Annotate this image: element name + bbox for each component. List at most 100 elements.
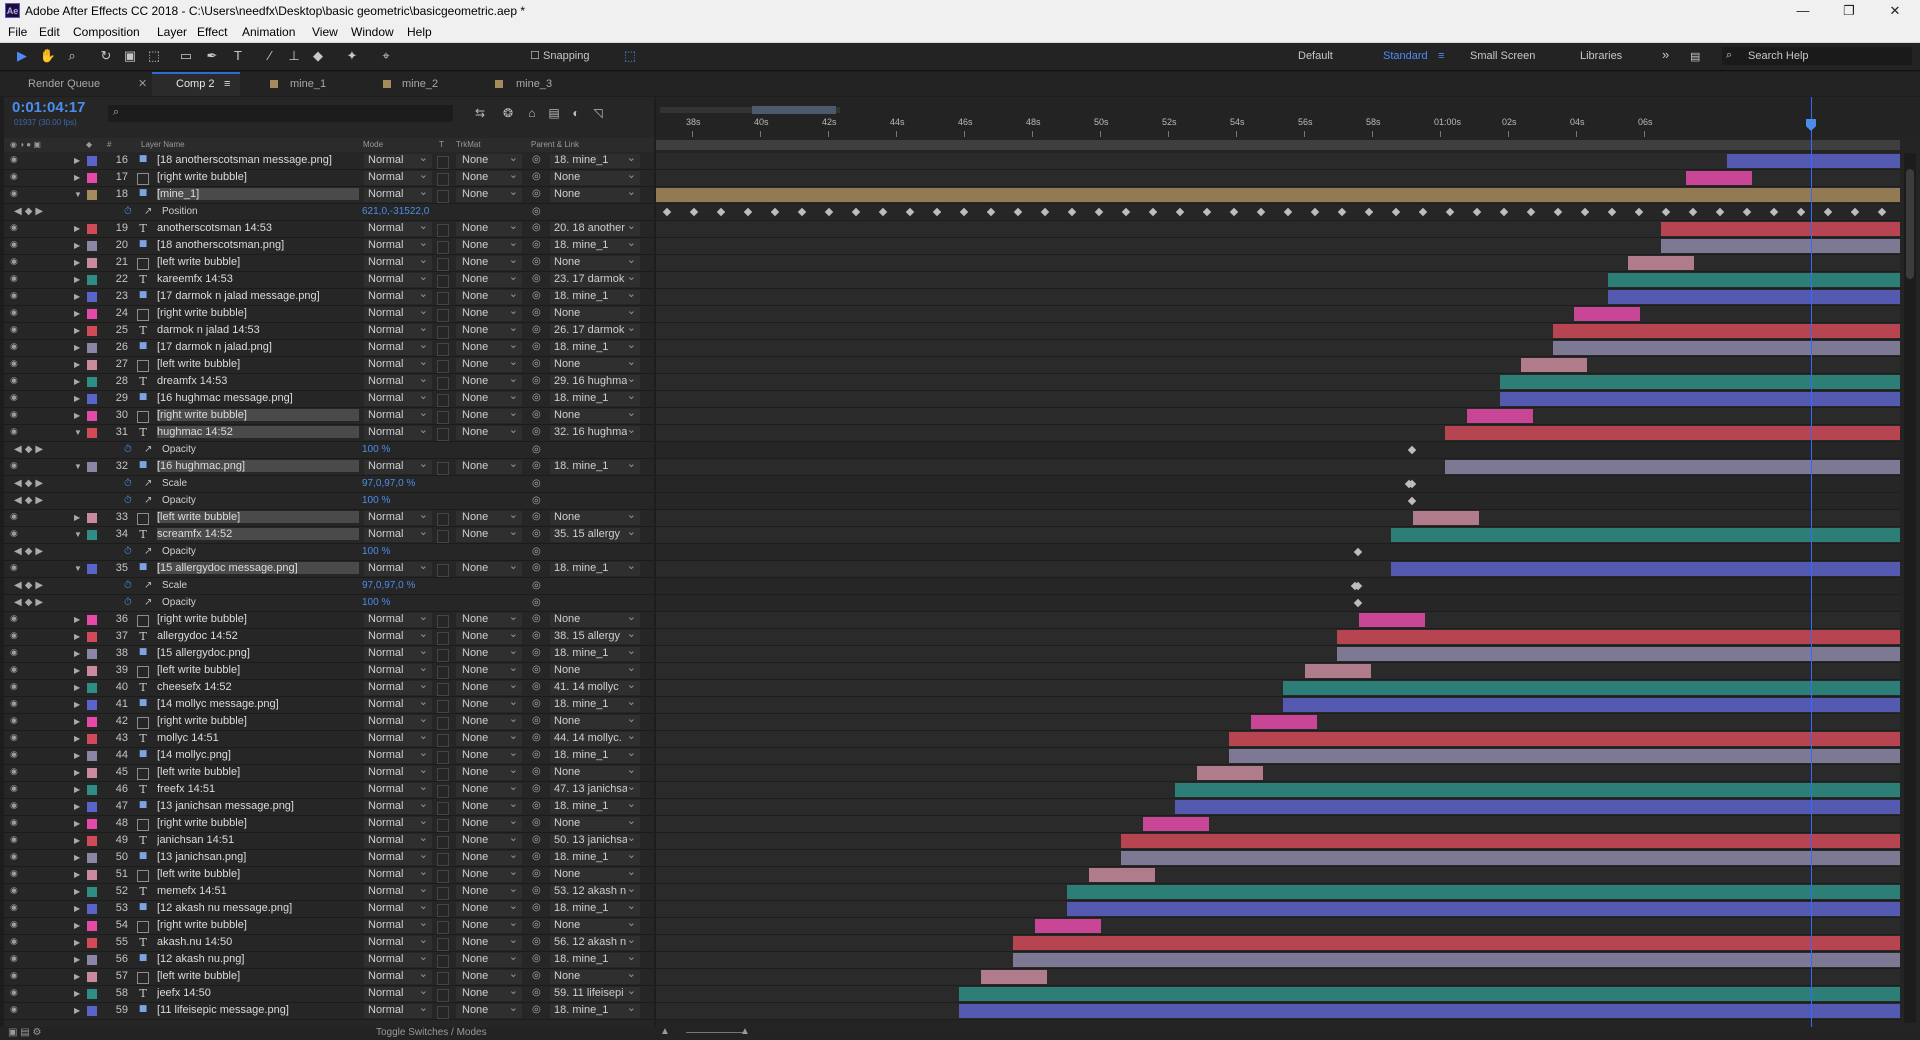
stopwatch-icon[interactable]: ⏱	[124, 495, 132, 506]
parent-dropdown[interactable]: 18. mine_1	[550, 392, 640, 406]
keyframe[interactable]	[1407, 496, 1417, 506]
parent-dropdown[interactable]: None	[550, 188, 640, 202]
parent-pickwhip-icon[interactable]: ◎	[532, 324, 541, 335]
keyframe[interactable]	[1391, 207, 1401, 217]
menu-animation[interactable]: Animation	[242, 25, 295, 39]
visibility-eye-icon[interactable]: ◉	[10, 562, 22, 574]
preserve-transparency-toggle[interactable]	[437, 989, 449, 1002]
parent-pickwhip-icon[interactable]: ◎	[532, 528, 541, 539]
workspace-small-screen[interactable]: Small Screen	[1470, 50, 1535, 62]
layer-label-swatch[interactable]	[87, 343, 97, 353]
track-matte-dropdown[interactable]: None	[456, 868, 522, 882]
parent-dropdown[interactable]: 18. mine_1	[550, 800, 640, 814]
layer-label-swatch[interactable]	[87, 734, 97, 744]
collapsed-twirl-icon[interactable]: ▶	[74, 972, 80, 981]
collapsed-twirl-icon[interactable]: ▶	[74, 802, 80, 811]
layer-name[interactable]: [mine_1]	[157, 188, 359, 200]
layer-duration-bar[interactable]	[1121, 851, 1900, 865]
layer-name[interactable]: anotherscotsman 14:53	[157, 222, 359, 234]
layer-name[interactable]: akash.nu 14:50	[157, 936, 359, 948]
layer-row[interactable]: ◉ ▶ 26 ■ [17 darmok n jalad.png] Normal None ◎ 1…	[4, 340, 654, 357]
keyframe[interactable]	[662, 207, 672, 217]
layer-duration-bar[interactable]	[959, 987, 1900, 1001]
blend-mode-dropdown[interactable]: Normal	[364, 664, 432, 678]
visibility-eye-icon[interactable]: ◉	[10, 188, 22, 200]
collapsed-twirl-icon[interactable]: ▶	[74, 615, 80, 624]
parent-dropdown[interactable]: 18. mine_1	[550, 749, 640, 763]
layer-name[interactable]: [left write bubble]	[157, 256, 359, 268]
track-matte-dropdown[interactable]: None	[456, 783, 522, 797]
layer-label-swatch[interactable]	[87, 615, 97, 625]
layer-label-swatch[interactable]	[87, 275, 97, 285]
layer-row[interactable]: ◉ ▶ 43 Tmollyc 14:51 Normal None ◎ 44. 14 molly…	[4, 731, 654, 748]
parent-dropdown[interactable]: None	[550, 868, 640, 882]
layer-name[interactable]: [right write bubble]	[157, 613, 359, 625]
layer-label-swatch[interactable]	[87, 768, 97, 778]
keyframe[interactable]	[1067, 207, 1077, 217]
visibility-eye-icon[interactable]: ◉	[10, 936, 22, 948]
layer-label-swatch[interactable]	[87, 309, 97, 319]
visibility-eye-icon[interactable]: ◉	[10, 681, 22, 693]
layer-label-swatch[interactable]	[87, 224, 97, 234]
menu-window[interactable]: Window	[351, 25, 394, 39]
blend-mode-dropdown[interactable]: Normal	[364, 885, 432, 899]
layer-name[interactable]: [left write bubble]	[157, 664, 359, 676]
layer-row[interactable]: ◉ ▶ 37 Tallergydoc 14:52 Normal None ◎ 38. 15 a…	[4, 629, 654, 646]
preserve-transparency-toggle[interactable]	[437, 258, 449, 271]
current-timecode[interactable]: 0:01:04:17	[12, 99, 85, 116]
blend-mode-dropdown[interactable]: Normal	[364, 392, 432, 406]
property-row[interactable]: ◀◆▶ ⏱ ↗ Opacity 100 % ◎	[4, 493, 654, 510]
expanded-twirl-icon[interactable]: ▼	[74, 428, 82, 437]
collapsed-twirl-icon[interactable]: ▶	[74, 717, 80, 726]
track-matte-dropdown[interactable]: None	[456, 358, 522, 372]
visibility-eye-icon[interactable]: ◉	[10, 953, 22, 965]
visibility-eye-icon[interactable]: ◉	[10, 868, 22, 880]
parent-pickwhip-icon[interactable]: ◎	[532, 290, 541, 301]
layer-name[interactable]: [15 allergydoc.png]	[157, 647, 359, 659]
collapsed-twirl-icon[interactable]: ▶	[74, 921, 80, 930]
expression-pickwhip-icon[interactable]: ◎	[532, 546, 541, 557]
keyframe[interactable]	[1634, 207, 1644, 217]
layer-duration-bar[interactable]	[1067, 902, 1900, 916]
keyframe-navigator-icon[interactable]: ◀◆▶	[14, 495, 46, 506]
visibility-eye-icon[interactable]: ◉	[10, 987, 22, 999]
layer-name[interactable]: [14 mollyc.png]	[157, 749, 359, 761]
layer-duration-bar[interactable]	[1391, 528, 1900, 542]
track-matte-dropdown[interactable]: None	[456, 732, 522, 746]
track-matte-dropdown[interactable]: None	[456, 936, 522, 950]
expression-pickwhip-icon[interactable]: ◎	[532, 206, 541, 217]
layer-name[interactable]: janichsan 14:51	[157, 834, 359, 846]
layer-row[interactable]: ◉ ▶ 44 ■ [14 mollyc.png] Normal None ◎ 18. mine_…	[4, 748, 654, 765]
property-row[interactable]: ◀◆▶ ⏱ ↗ Opacity 100 % ◎	[4, 595, 654, 612]
blend-mode-dropdown[interactable]: Normal	[364, 239, 432, 253]
visibility-eye-icon[interactable]: ◉	[10, 613, 22, 625]
visibility-eye-icon[interactable]: ◉	[10, 732, 22, 744]
preserve-transparency-toggle[interactable]	[437, 377, 449, 390]
collapsed-twirl-icon[interactable]: ▶	[74, 173, 80, 182]
layer-label-swatch[interactable]	[87, 513, 97, 523]
track-matte-dropdown[interactable]: None	[456, 511, 522, 525]
layer-name[interactable]: cheesefx 14:52	[157, 681, 359, 693]
parent-dropdown[interactable]: None	[550, 664, 640, 678]
parent-pickwhip-icon[interactable]: ◎	[532, 171, 541, 182]
visibility-eye-icon[interactable]: ◉	[10, 800, 22, 812]
layer-name[interactable]: [right write bubble]	[157, 919, 359, 931]
layer-duration-bar[interactable]	[981, 970, 1047, 984]
layer-row[interactable]: ◉ ▶ 25 Tdarmok n jalad 14:53 Normal None ◎ 26. …	[4, 323, 654, 340]
keyframe[interactable]	[1850, 207, 1860, 217]
layer-label-swatch[interactable]	[87, 632, 97, 642]
track-matte-dropdown[interactable]: None	[456, 715, 522, 729]
track-matte-dropdown[interactable]: None	[456, 630, 522, 644]
graph-icon[interactable]: ↗	[144, 580, 152, 591]
preserve-transparency-toggle[interactable]	[437, 666, 449, 679]
collapsed-twirl-icon[interactable]: ▶	[74, 360, 80, 369]
layer-label-swatch[interactable]	[87, 326, 97, 336]
preserve-transparency-toggle[interactable]	[437, 751, 449, 764]
snapping-checkbox[interactable]: ☐	[525, 47, 545, 65]
parent-dropdown[interactable]: 18. mine_1	[550, 562, 640, 576]
parent-dropdown[interactable]: None	[550, 358, 640, 372]
layer-label-swatch[interactable]	[87, 530, 97, 540]
keyframe-navigator-icon[interactable]: ◀◆▶	[14, 478, 46, 489]
expanded-twirl-icon[interactable]: ▼	[74, 530, 82, 539]
stopwatch-icon[interactable]: ⏱	[124, 206, 132, 217]
